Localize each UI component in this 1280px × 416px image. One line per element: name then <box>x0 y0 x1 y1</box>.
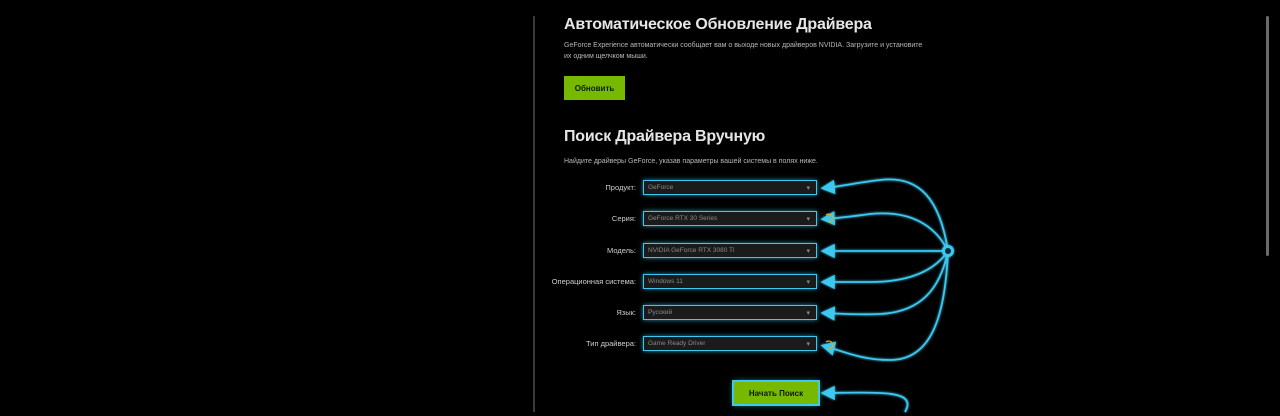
search-button[interactable]: Начать Поиск <box>734 382 818 404</box>
chevron-down-icon: ▾ <box>806 278 810 286</box>
arrow-to-driver-type <box>820 250 949 361</box>
series-row: Серия: GeForce RTX 30 Series ▾ <box>500 211 830 229</box>
chevron-down-icon: ▾ <box>806 309 810 317</box>
arrow-to-search-button <box>820 385 909 413</box>
os-select[interactable]: Windows 11 ▾ <box>643 274 817 289</box>
chevron-down-icon: ▾ <box>806 247 810 255</box>
arrow-to-product <box>820 178 949 252</box>
auto-update-title: Автоматическое Обновление Драйвера <box>564 16 872 33</box>
language-row: Язык: Русский ▾ <box>500 305 830 323</box>
series-value: GeForce RTX 30 Series <box>648 215 718 222</box>
hub-inner <box>945 248 951 254</box>
manual-search-title: Поиск Драйвера Вручную <box>564 128 766 145</box>
auto-update-button[interactable]: Обновить <box>564 76 625 100</box>
arrow-hub-dot <box>942 245 954 257</box>
series-label: Серия: <box>611 214 636 223</box>
product-row: Продукт: GeForce ▾ <box>500 180 830 198</box>
product-select[interactable]: GeForce ▾ <box>643 180 817 195</box>
model-select[interactable]: NVIDIA GeForce RTX 3080 Ti ▾ <box>643 243 817 258</box>
driver-type-label: Тип драйвера: <box>586 339 636 348</box>
model-label: Модель: <box>606 246 636 255</box>
auto-update-description: GeForce Experience автоматически сообщае… <box>564 42 923 60</box>
model-value: NVIDIA GeForce RTX 3080 Ti <box>648 247 735 254</box>
driver-type-row: Тип драйвера: Game Ready Driver ▾ <box>500 336 830 354</box>
arrow-to-os <box>820 250 949 290</box>
arrow-to-series <box>820 211 949 252</box>
scrollbar[interactable] <box>1266 16 1269 256</box>
model-row: Модель: NVIDIA GeForce RTX 3080 Ti ▾ <box>500 243 830 261</box>
driver-type-select[interactable]: Game Ready Driver ▾ <box>643 336 817 351</box>
series-select[interactable]: GeForce RTX 30 Series ▾ <box>643 211 817 226</box>
chevron-down-icon: ▾ <box>806 340 810 348</box>
os-value: Windows 11 <box>648 278 683 285</box>
chevron-down-icon: ▾ <box>806 215 810 223</box>
product-label: Продукт: <box>605 183 636 192</box>
language-value: Русский <box>648 309 673 316</box>
product-value: GeForce <box>648 184 674 191</box>
arrow-to-language <box>820 250 949 321</box>
driver-type-value: Game Ready Driver <box>648 340 706 347</box>
os-row: Операционная система: Windows 11 ▾ <box>500 274 830 292</box>
os-label: Операционная система: <box>551 277 636 286</box>
driver-page: Автоматическое Обновление Драйвера GeFor… <box>0 0 1280 416</box>
chevron-down-icon: ▾ <box>806 184 810 192</box>
language-label: Язык: <box>616 308 636 317</box>
manual-search-description: Найдите драйверы GeForce, указав парамет… <box>564 158 818 165</box>
language-select[interactable]: Русский ▾ <box>643 305 817 320</box>
